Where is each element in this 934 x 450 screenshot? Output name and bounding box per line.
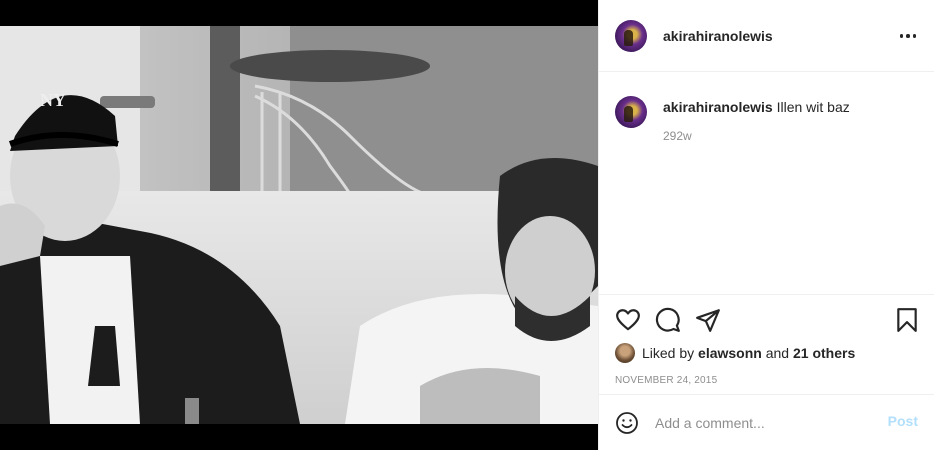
- liker-avatar[interactable]: [615, 343, 635, 363]
- author-avatar[interactable]: [615, 20, 647, 52]
- more-options-icon[interactable]: [898, 26, 918, 46]
- svg-text:NY: NY: [40, 90, 66, 110]
- liked-by-prefix: Liked by: [642, 345, 695, 361]
- caption-author-avatar[interactable]: [615, 96, 647, 128]
- caption-section: akirahiranolewis Illen wit baz 292w: [599, 72, 934, 294]
- liked-by-row: Liked by elawsonn and 21 others: [615, 343, 855, 363]
- comment-bar: Post: [599, 394, 934, 450]
- post-date[interactable]: NOVEMBER 24, 2015: [615, 375, 717, 386]
- post-media-pane: NY: [0, 0, 598, 450]
- post-comment-button[interactable]: Post: [888, 413, 918, 429]
- liked-by-user[interactable]: elawsonn: [698, 345, 762, 361]
- heart-icon[interactable]: [615, 307, 641, 333]
- liked-by-and: and: [765, 345, 790, 361]
- photo-illustration: NY: [0, 26, 598, 424]
- post-photo[interactable]: NY: [0, 26, 598, 424]
- bookmark-icon[interactable]: [894, 307, 920, 333]
- comment-input[interactable]: [655, 409, 875, 437]
- post-actions: Liked by elawsonn and 21 others NOVEMBER…: [599, 294, 934, 394]
- post-header: akirahiranolewis: [599, 0, 934, 72]
- post-details-panel: akirahiranolewis akirahiranolewis Illen …: [598, 0, 934, 450]
- caption: akirahiranolewis Illen wit baz: [663, 99, 850, 115]
- liked-by-others[interactable]: 21 others: [793, 345, 855, 361]
- emoji-smile-icon[interactable]: [615, 411, 639, 435]
- paper-plane-icon[interactable]: [695, 307, 721, 333]
- comment-bubble-icon[interactable]: [655, 307, 681, 333]
- author-username[interactable]: akirahiranolewis: [663, 28, 773, 44]
- caption-text: Illen wit baz: [776, 99, 850, 115]
- caption-username[interactable]: akirahiranolewis: [663, 99, 773, 115]
- post-time-ago[interactable]: 292w: [663, 129, 692, 143]
